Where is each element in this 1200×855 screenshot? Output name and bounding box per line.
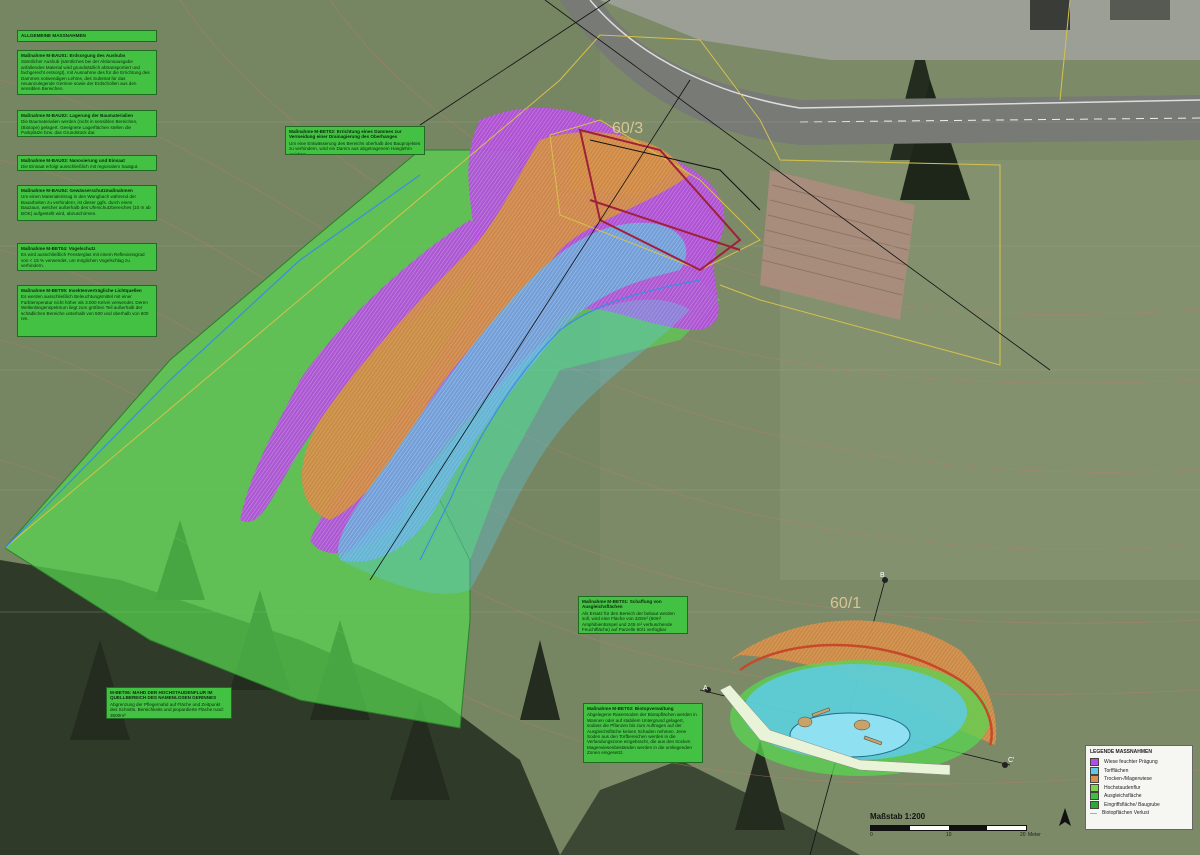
legend-item: Hochstaudenflur: [1090, 783, 1188, 793]
note-m-bet06-body: Abgrenzung der Pflegemahd auf Fläche und…: [110, 701, 224, 718]
note-general: ALLGEMEINE MASSNAHMEN: [17, 30, 157, 42]
note-m-bau02: Maßnahme M-BAU02: Lagerung der Baumateri…: [17, 110, 157, 137]
section-label-c: C': [1008, 757, 1015, 764]
note-m-bet03: Maßnahme M-BET03: Biotopverwaltung Abgel…: [583, 703, 703, 763]
legend-item: Eingriffsfläche/ Baugrube: [1090, 800, 1188, 810]
legend-item: Ausgleichsfläche: [1090, 792, 1188, 801]
note-m-bet01-title: Maßnahme M-BET01: Schaffung von Ausgleic…: [582, 599, 662, 610]
parcel-label-upper: 60/3: [612, 120, 644, 137]
scale-tick-20: 20: [1020, 832, 1026, 838]
note-m-bet02-title: Maßnahme M-BET02: Errichtung eines Damme…: [289, 129, 402, 140]
note-m-bet05: Maßnahme M-BET05: Insektenverträgliche L…: [17, 285, 157, 337]
note-m-bau04: Maßnahme M-BAU04: Gewässerschutzmaßnahme…: [17, 185, 157, 221]
note-m-bau02-title: Maßnahme M-BAU02: Lagerung der Baumateri…: [21, 113, 134, 118]
note-m-bet02-body: Um eine Entwässerung des Bereichs oberha…: [289, 140, 421, 155]
note-m-bet02: Maßnahme M-BET02: Errichtung eines Damme…: [285, 126, 425, 155]
note-m-bau01-body: Sämtlicher Aushub (sämtliches bei der Ak…: [21, 59, 150, 92]
legend-item: Torfflächen: [1090, 766, 1188, 776]
note-m-bet03-body: Abgelegene Rasensoden der Biotopflächen …: [587, 712, 697, 756]
note-m-bet04: Maßnahme M-BET04: Vogelschutz Es wird au…: [17, 243, 157, 271]
legend-title: LEGENDE MASSNAHMEN: [1090, 749, 1152, 755]
legend: LEGENDE MASSNAHMEN Wiese feuchter Prägun…: [1085, 745, 1193, 830]
note-m-bau01-title: Maßnahme M-BAU01: Erdsorgung des Aushubs: [21, 53, 126, 58]
note-m-bau02-body: Die Baumaterialien werden (nicht in sens…: [21, 119, 138, 136]
note-m-bau01: Maßnahme M-BAU01: Erdsorgung des Aushubs…: [17, 50, 157, 95]
scale-bar: Maßstab 1:200 0 10 20 Meter: [870, 812, 1045, 839]
note-m-bau03-body: Die Einsaat erfolgt ausschließlich mit r…: [21, 164, 139, 170]
section-label-a: A: [703, 685, 708, 692]
scale-tick-0: 0: [870, 832, 873, 838]
scale-unit: Meter: [1028, 832, 1041, 838]
note-m-bet05-title: Maßnahme M-BET05: Insektenverträgliche L…: [21, 288, 142, 293]
section-label-b: B: [880, 572, 885, 579]
note-general-title: ALLGEMEINE MASSNAHMEN: [21, 33, 86, 38]
note-m-bau04-title: Maßnahme M-BAU04: Gewässerschutzmaßnahme…: [21, 188, 133, 193]
note-m-bet04-title: Maßnahme M-BET04: Vogelschutz: [21, 246, 96, 251]
note-m-bau04-body: Um einen Materialeintrag in den Wangbach…: [21, 194, 151, 216]
note-m-bau03: Maßnahme M-BAU03: Nanosierung und Einsaa…: [17, 155, 157, 171]
legend-item: Trocken-/Magerwiese: [1090, 775, 1188, 784]
scale-label: Maßstab 1:200: [870, 812, 926, 821]
parcel-label-lower: 60/1: [830, 595, 862, 612]
note-m-bet06: M-BET06: MAHD DER HOCHSTAUDENFLUR IM QUE…: [106, 687, 232, 719]
note-m-bet01-body: Als Ersatz für den Bereich der bebaut we…: [582, 610, 675, 633]
note-m-bet04-body: Es wird ausschließlich Fensterglas mit e…: [21, 252, 145, 269]
note-m-bet03-title: Maßnahme M-BET03: Biotopverwaltung: [587, 706, 674, 711]
legend-item: Wiese feuchter Prägung: [1090, 758, 1188, 767]
note-m-bet01: Maßnahme M-BET01: Schaffung von Ausgleic…: [578, 596, 688, 634]
note-m-bau03-title: Maßnahme M-BAU03: Nanosierung und Einsaa…: [21, 158, 125, 163]
note-m-bet05-body: Es werden ausschließlich Beleuchtungsmit…: [21, 294, 149, 322]
legend-item: Biotopflächen Verlust: [1090, 809, 1188, 818]
scale-tick-10: 10: [946, 832, 952, 838]
note-m-bet06-title: M-BET06: MAHD DER HOCHSTAUDENFLUR IM QUE…: [110, 690, 217, 701]
